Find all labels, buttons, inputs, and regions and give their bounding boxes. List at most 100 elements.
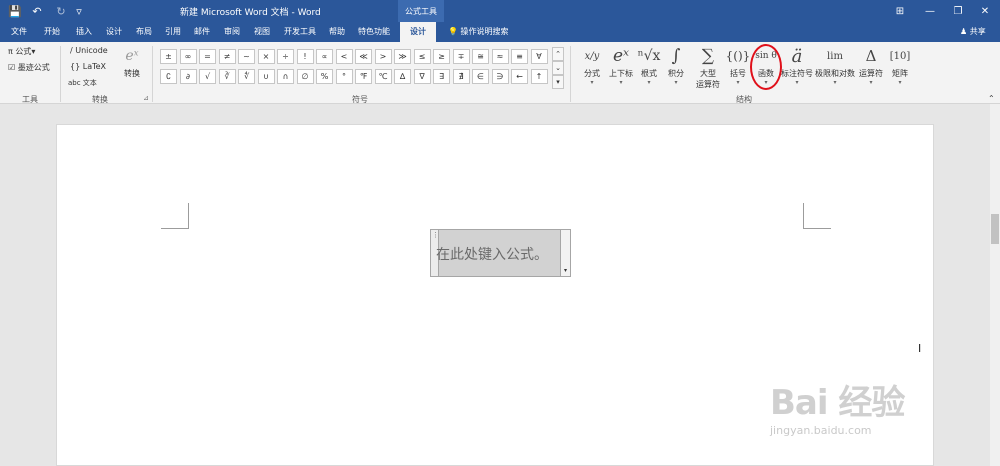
ink-equation-button[interactable]: ☑ 墨迹公式 (8, 62, 50, 73)
close-button[interactable]: ✕ (970, 0, 1000, 22)
equation-options-dropdown[interactable]: ▾ (560, 230, 570, 276)
symbol-button[interactable]: ≅ (472, 49, 489, 64)
convert-button[interactable]: eˣ 转换 (118, 44, 146, 79)
tell-me-search[interactable]: 💡 操作说明搜索 (448, 26, 509, 37)
symbol-button[interactable]: ∩ (277, 69, 294, 84)
symbol-button[interactable]: ∞ (179, 49, 197, 64)
symbol-button[interactable]: ~ (238, 49, 255, 64)
symbol-button[interactable]: ∪ (257, 69, 275, 84)
symbol-button[interactable]: ∅ (296, 69, 314, 84)
share-button[interactable]: ♟ 共享 (960, 26, 986, 37)
symbol-button[interactable]: > (374, 49, 392, 64)
symbol-button[interactable]: × (257, 49, 275, 64)
equation-button[interactable]: π 公式▾ (8, 46, 35, 57)
tab-design[interactable]: 设计 (106, 26, 122, 37)
symbol-button[interactable]: ∇ (413, 69, 431, 84)
symbol-button[interactable]: % (316, 69, 333, 84)
equation-placeholder-box[interactable]: ⋮ 在此处键入公式。 ▾ (430, 229, 571, 277)
equation-placeholder-text[interactable]: 在此处键入公式。 (436, 244, 548, 264)
script-button[interactable]: eˣ 上下标 ▾ (606, 44, 636, 87)
highlight-circle (750, 44, 782, 90)
tab-features[interactable]: 特色功能 (358, 26, 390, 37)
tab-view[interactable]: 视图 (254, 26, 270, 37)
bracket-button[interactable]: {()} 括号 ▾ (724, 44, 752, 87)
chevron-down-icon: ▾ (833, 79, 837, 86)
script-icon: eˣ (612, 46, 630, 66)
symbol-button[interactable]: ℃ (374, 69, 392, 84)
margin-corner-mark (161, 203, 189, 229)
vertical-scrollbar[interactable] (990, 104, 1000, 466)
symbol-button[interactable]: ∈ (472, 69, 489, 84)
accent-button[interactable]: ä 标注符号 ▾ (780, 44, 814, 87)
tab-insert[interactable]: 插入 (76, 26, 92, 37)
symbol-button[interactable]: ° (335, 69, 353, 84)
text-option[interactable]: abc 文本 (68, 78, 97, 88)
symbol-button[interactable]: ∃ (433, 69, 450, 84)
symbol-button[interactable]: ≤ (413, 49, 431, 64)
symbol-button[interactable]: ∝ (316, 49, 333, 64)
group-divider (60, 46, 61, 102)
undo-icon[interactable]: ↶ (30, 3, 44, 19)
symbol-button[interactable]: ∜ (238, 69, 255, 84)
restore-button[interactable]: ❐ (943, 0, 973, 22)
symbol-button[interactable]: = (199, 49, 216, 64)
chevron-down-icon: ▾ (795, 79, 799, 86)
symbol-button[interactable]: √ (199, 69, 216, 84)
symbol-button[interactable]: ≡ (511, 49, 528, 64)
fraction-button[interactable]: x/y 分式 ▾ (578, 44, 606, 87)
symbol-button[interactable]: ≥ (433, 49, 450, 64)
symbols-scroll-down-icon[interactable]: ⌄ (552, 61, 564, 75)
ribbon-display-options-icon[interactable]: ⊞ (885, 0, 915, 22)
symbol-button[interactable]: ∛ (218, 69, 236, 84)
chevron-down-icon: ▾ (674, 79, 678, 86)
unicode-option[interactable]: / Unicode (70, 46, 108, 55)
text-cursor-icon: I (918, 342, 922, 355)
tab-mailings[interactable]: 邮件 (194, 26, 210, 37)
symbol-button[interactable]: ∋ (491, 69, 509, 84)
symbol-button[interactable]: ∄ (452, 69, 470, 84)
tab-help[interactable]: 帮助 (329, 26, 345, 37)
symbol-button[interactable]: ≪ (355, 49, 372, 64)
symbol-button[interactable]: ∀ (530, 49, 548, 64)
symbols-more-icon[interactable]: ▾ (552, 75, 564, 89)
convert-icon: eˣ (125, 48, 139, 64)
matrix-button[interactable]: [10] 矩阵 ▾ (886, 44, 914, 87)
save-icon[interactable]: 💾 (8, 3, 22, 19)
tab-review[interactable]: 审阅 (224, 26, 240, 37)
symbol-button[interactable]: ! (296, 49, 314, 64)
chevron-down-icon: ▾ (31, 47, 36, 56)
symbol-button[interactable]: ∓ (452, 49, 470, 64)
minimize-button[interactable]: — (915, 0, 945, 22)
symbol-button[interactable]: ∁ (160, 69, 177, 84)
symbol-button[interactable]: ∆ (394, 69, 411, 84)
collapse-ribbon-icon[interactable]: ⌃ (988, 94, 995, 103)
symbol-button[interactable]: ≈ (491, 49, 509, 64)
symbol-button[interactable]: ℉ (355, 69, 372, 84)
customize-qat-icon[interactable]: ▿ (72, 3, 86, 19)
symbol-button[interactable]: ± (160, 49, 177, 64)
integral-button[interactable]: ∫ 积分 ▾ (662, 44, 690, 87)
tab-references[interactable]: 引用 (165, 26, 181, 37)
latex-option[interactable]: {} LaTeX (70, 62, 106, 71)
symbols-scroll-up-icon[interactable]: ⌃ (552, 47, 564, 61)
dialog-launcher-icon[interactable]: ⊿ (143, 94, 149, 102)
accent-icon: ä (791, 45, 803, 67)
tab-developer[interactable]: 开发工具 (284, 26, 316, 37)
symbol-button[interactable]: < (335, 49, 353, 64)
radical-button[interactable]: ⁿ√x 根式 ▾ (636, 44, 662, 87)
operator-button[interactable]: Δ 运算符 ▾ (856, 44, 886, 87)
tab-layout[interactable]: 布局 (136, 26, 152, 37)
symbol-button[interactable]: ÷ (277, 49, 294, 64)
large-operator-button[interactable]: ∑ 大型 运算符 (690, 44, 726, 90)
symbol-button[interactable]: ∂ (179, 69, 197, 84)
symbol-button[interactable]: ← (511, 69, 528, 84)
redo-icon[interactable]: ↻ (54, 3, 68, 19)
symbol-button[interactable]: ↑ (530, 69, 548, 84)
tab-file[interactable]: 文件 (11, 26, 27, 37)
scrollbar-thumb[interactable] (991, 214, 999, 244)
limit-log-button[interactable]: lim 极限和对数 ▾ (814, 44, 856, 87)
symbol-button[interactable]: ≠ (218, 49, 236, 64)
symbol-button[interactable]: ≫ (394, 49, 411, 64)
tab-home[interactable]: 开始 (44, 26, 60, 37)
tab-equation-design[interactable]: 设计 (400, 22, 436, 42)
